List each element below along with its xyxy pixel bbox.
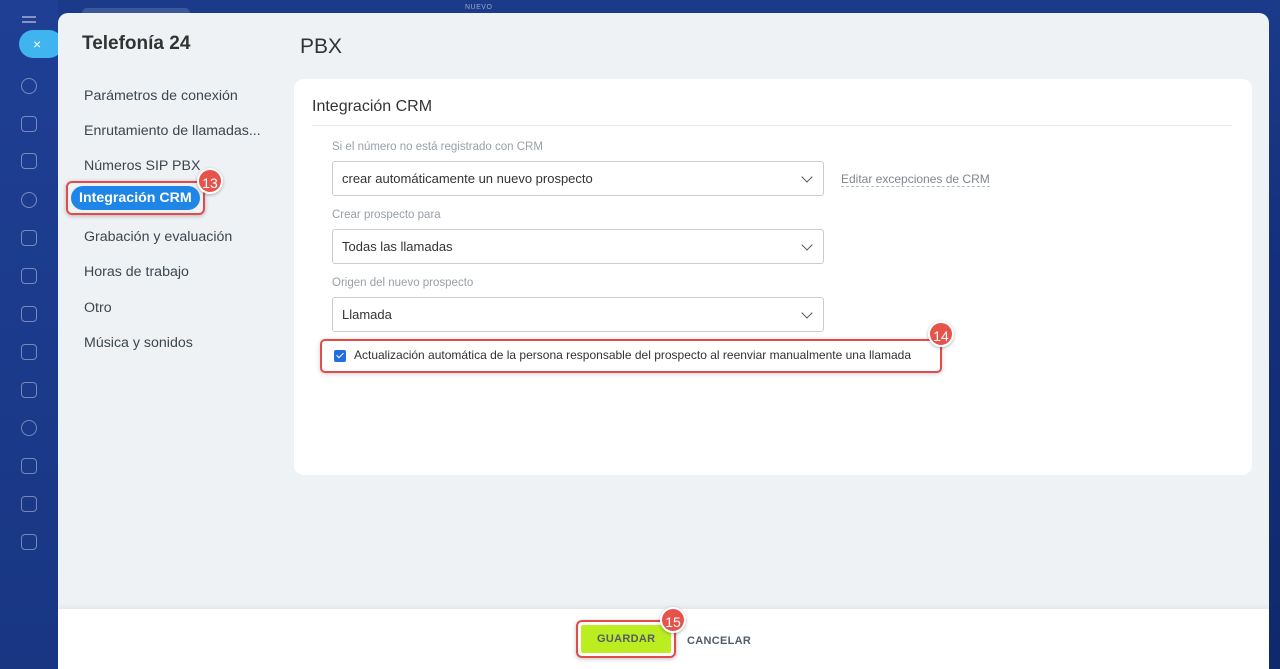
feed-icon[interactable]	[21, 116, 37, 132]
edit-crm-exceptions-link[interactable]: Editar excepciones de CRM	[841, 172, 990, 187]
create-lead-for-value: Todas las llamadas	[342, 239, 453, 254]
sidebar-item-music[interactable]: Música y sonidos	[84, 335, 193, 351]
unregistered-number-label: Si el número no está registrado con CRM	[332, 141, 543, 153]
sidebar-title: Telefonía 24	[82, 33, 191, 54]
step-badge-15: 15	[660, 607, 686, 633]
chat-icon[interactable]	[21, 78, 37, 94]
menu-icon[interactable]	[22, 16, 36, 18]
sidebar-item-crm-integration[interactable]: Integración CRM	[66, 181, 205, 215]
sidebar-item-routing[interactable]: Enrutamiento de llamadas...	[84, 123, 261, 139]
footer-bar: GUARDAR CANCELAR 15	[58, 607, 1269, 669]
auto-update-label: Actualización automática de la persona r…	[354, 348, 912, 362]
calendar-icon[interactable]	[21, 230, 37, 246]
section-title: Integración CRM	[312, 98, 433, 115]
tasks-icon[interactable]	[21, 458, 37, 474]
sidebar-item-crm-label: Integración CRM	[71, 186, 200, 210]
step-badge-13: 13	[197, 168, 223, 194]
sidebar-item-connection[interactable]: Parámetros de conexión	[84, 88, 238, 104]
presentation-icon[interactable]	[21, 306, 37, 322]
unregistered-number-select[interactable]: crear automáticamente un nuevo prospecto	[332, 161, 824, 196]
auto-update-checkbox[interactable]	[334, 350, 346, 362]
mail-icon[interactable]	[21, 382, 37, 398]
section-divider	[312, 125, 1232, 126]
cancel-button[interactable]: CANCELAR	[687, 635, 751, 647]
top-label: NUEVO	[465, 4, 493, 11]
document-icon[interactable]	[21, 268, 37, 284]
chevron-down-icon	[801, 307, 813, 319]
page-title: PBX	[300, 35, 343, 58]
lead-source-value: Llamada	[342, 307, 392, 322]
create-lead-for-select[interactable]: Todas las llamadas	[332, 229, 824, 264]
settings-slider: Telefonía 24 PBX Parámetros de conexión …	[58, 13, 1269, 669]
step-badge-14: 14	[928, 321, 954, 347]
messages-icon[interactable]	[21, 153, 37, 169]
close-slider-button[interactable]: ×	[19, 30, 63, 58]
sidebar-item-other[interactable]: Otro	[84, 300, 112, 316]
sidebar-item-working-hours[interactable]: Horas de trabajo	[84, 264, 189, 280]
unregistered-number-value: crear automáticamente un nuevo prospecto	[342, 171, 593, 186]
filter-icon[interactable]	[21, 496, 37, 512]
chevron-down-icon	[801, 171, 813, 183]
hexagon-icon[interactable]	[21, 192, 37, 208]
contacts-icon[interactable]	[21, 420, 37, 436]
auto-update-responsible-option: Actualización automática de la persona r…	[320, 339, 942, 373]
sidebar-item-recording[interactable]: Grabación y evaluación	[84, 229, 232, 245]
crm-integration-card: Integración CRM Si el número no está reg…	[294, 79, 1252, 475]
terminal-icon[interactable]	[21, 534, 37, 550]
lead-source-select[interactable]: Llamada	[332, 297, 824, 332]
create-lead-for-label: Crear prospecto para	[332, 209, 441, 221]
app-rail: ×	[0, 0, 63, 669]
lead-source-label: Origen del nuevo prospecto	[332, 277, 474, 289]
sidebar-item-sip-numbers[interactable]: Números SIP PBX	[84, 158, 200, 174]
card-icon[interactable]	[21, 344, 37, 360]
chevron-down-icon	[801, 239, 813, 251]
save-button[interactable]: GUARDAR	[581, 625, 672, 653]
